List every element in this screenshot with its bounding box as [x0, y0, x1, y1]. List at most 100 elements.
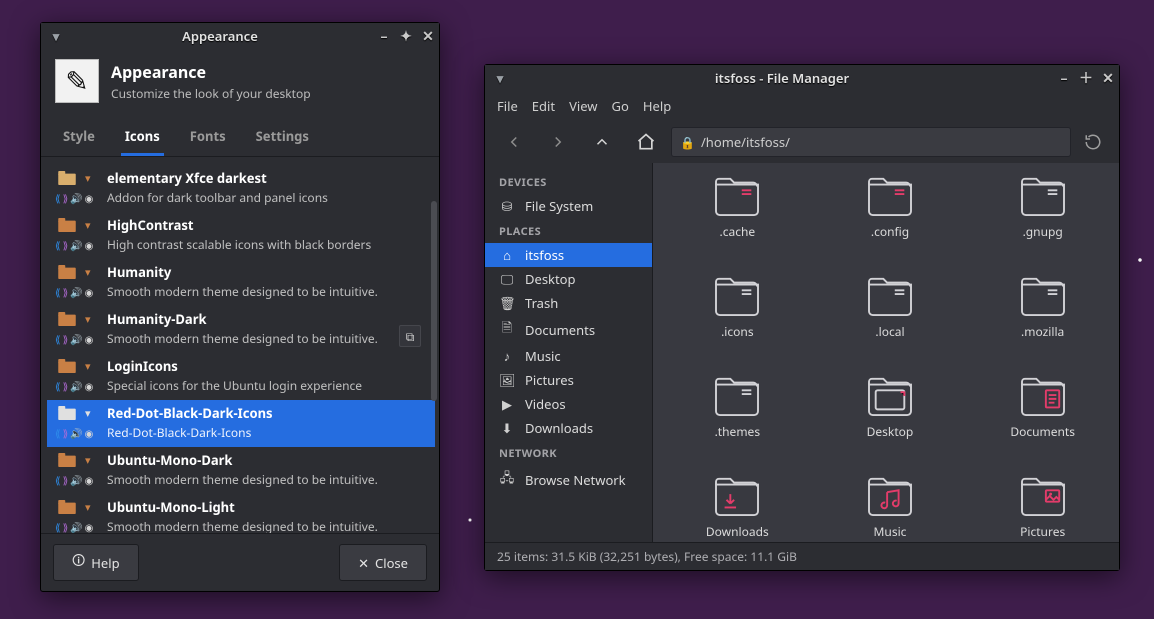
- menu-edit[interactable]: Edit: [532, 97, 555, 115]
- theme-item[interactable]: ▾LoginIcons⟪⟫🔊◉Special icons for the Ubu…: [47, 353, 435, 400]
- appearance-titlebar[interactable]: ▾ Appearance – ✦ ✕: [41, 23, 439, 49]
- sidebar-item-downloads[interactable]: ⬇ Downloads: [485, 416, 652, 440]
- sidebar-header-network: NETWORK: [485, 440, 652, 465]
- theme-item[interactable]: ▾Humanity-Dark⟪⟫🔊◉Smooth modern theme de…: [47, 306, 435, 353]
- folder-item[interactable]: .icons: [661, 275, 814, 375]
- music-icon: ♪: [499, 347, 515, 365]
- download-icon: ⬇: [499, 419, 515, 437]
- folder-label: .themes: [715, 423, 760, 440]
- sidebar-item-label: Desktop: [525, 270, 576, 288]
- sidebar-item-label: File System: [525, 197, 593, 215]
- sidebar-item-file-system[interactable]: ⛁ File System: [485, 194, 652, 218]
- location-field[interactable]: 🔒 /home/itsfoss/: [671, 127, 1071, 157]
- menu-help[interactable]: Help: [643, 97, 671, 115]
- sidebar-item-desktop[interactable]: 🖵 Desktop: [485, 267, 652, 291]
- maximize-button[interactable]: ✦: [395, 25, 417, 47]
- tab-style[interactable]: Style: [59, 117, 99, 156]
- menu-go[interactable]: Go: [612, 97, 629, 115]
- nav-forward-button[interactable]: [539, 127, 577, 157]
- folder-icon: [55, 404, 79, 422]
- appearance-header: ✎ Appearance Customize the look of your …: [41, 49, 439, 117]
- folder-item[interactable]: .local: [814, 275, 967, 375]
- folder-icon: [55, 357, 79, 375]
- fm-titlebar[interactable]: ▾ itsfoss - File Manager – ＋ ✕: [485, 65, 1119, 91]
- folder-label: Downloads: [706, 523, 769, 540]
- folder-icon: [1018, 375, 1068, 417]
- theme-item[interactable]: ▾HighContrast⟪⟫🔊◉High contrast scalable …: [47, 212, 435, 259]
- chevron-down-icon: ▾: [85, 310, 101, 328]
- help-button[interactable]: 🛈 Help: [53, 544, 139, 581]
- desktop-icon: 🖵: [499, 270, 515, 288]
- folder-item[interactable]: Desktop: [814, 375, 967, 475]
- folder-icon: [55, 451, 79, 469]
- sidebar-item-trash[interactable]: 🗑Trash: [485, 291, 652, 315]
- window-menu-icon[interactable]: ▾: [45, 27, 67, 45]
- fm-icon-view[interactable]: .cache .config .gnupg .icons.local.mozilla.…: [653, 163, 1119, 542]
- menu-view[interactable]: View: [569, 97, 597, 115]
- drive-icon: ⛁: [499, 197, 515, 215]
- tab-settings[interactable]: Settings: [252, 117, 313, 156]
- folder-item[interactable]: .gnupg: [966, 175, 1119, 275]
- folder-label: Music: [874, 523, 907, 540]
- close-label: Close: [375, 554, 408, 572]
- add-theme-button[interactable]: ⧉: [399, 325, 421, 347]
- close-window-button[interactable]: ✕: [417, 25, 439, 47]
- folder-label: .cache: [720, 223, 756, 240]
- theme-item[interactable]: ▾Ubuntu-Mono-Light⟪⟫🔊◉Smooth modern them…: [47, 494, 435, 533]
- theme-name: Humanity: [107, 263, 427, 281]
- theme-badges: ⟪⟫🔊◉: [55, 375, 101, 394]
- theme-item[interactable]: ▾elementary Xfce darkest⟪⟫🔊◉Addon for da…: [47, 165, 435, 212]
- window-menu-icon[interactable]: ▾: [489, 69, 511, 87]
- minimize-button[interactable]: –: [373, 25, 395, 47]
- theme-badges: ⟪⟫🔊◉: [55, 281, 101, 300]
- close-button[interactable]: ✕ Close: [339, 544, 427, 581]
- folder-icon: [1018, 475, 1068, 517]
- maximize-button[interactable]: ＋: [1075, 67, 1097, 89]
- sidebar-header-devices: DEVICES: [485, 169, 652, 194]
- sidebar-item-music[interactable]: ♪Music: [485, 344, 652, 368]
- theme-desc: Smooth modern theme designed to be intui…: [107, 469, 427, 488]
- tab-icons[interactable]: Icons: [121, 117, 164, 156]
- lock-icon: 🔒: [680, 134, 695, 151]
- folder-item[interactable]: .themes: [661, 375, 814, 475]
- folder-item[interactable]: Documents: [966, 375, 1119, 475]
- fm-statusbar: 25 items: 31.5 KiB (32,251 bytes), Free …: [485, 542, 1119, 570]
- theme-name: HighContrast: [107, 216, 427, 234]
- folder-icon: [865, 375, 915, 417]
- theme-desc: Smooth modern theme designed to be intui…: [107, 516, 427, 533]
- theme-item[interactable]: ▾Ubuntu-Mono-Dark⟪⟫🔊◉Smooth modern theme…: [47, 447, 435, 494]
- sidebar-item-videos[interactable]: ▶Videos: [485, 392, 652, 416]
- nav-back-button[interactable]: [495, 127, 533, 157]
- close-window-button[interactable]: ✕: [1097, 67, 1119, 89]
- nav-up-button[interactable]: [583, 127, 621, 157]
- folder-label: .config: [871, 223, 909, 240]
- theme-name: Ubuntu-Mono-Dark: [107, 451, 427, 469]
- folder-icon: [865, 175, 915, 217]
- theme-badges: ⟪⟫🔊◉: [55, 469, 101, 488]
- theme-badges: ⟪⟫🔊◉: [55, 187, 101, 206]
- reload-button[interactable]: [1077, 127, 1109, 157]
- sidebar-item-label: Browse Network: [525, 471, 626, 489]
- scrollbar[interactable]: [431, 169, 437, 489]
- sidebar-item-documents[interactable]: 🗎Documents: [485, 315, 652, 344]
- folder-label: Desktop: [867, 423, 914, 440]
- folder-item[interactable]: .config: [814, 175, 967, 275]
- theme-item[interactable]: ▾Humanity⟪⟫🔊◉Smooth modern theme designe…: [47, 259, 435, 306]
- theme-badges: ⟪⟫🔊◉: [55, 422, 101, 441]
- folder-item[interactable]: .cache: [661, 175, 814, 275]
- menu-file[interactable]: File: [497, 97, 518, 115]
- folder-label: .gnupg: [1023, 223, 1063, 240]
- folder-icon: [55, 263, 79, 281]
- tab-fonts[interactable]: Fonts: [186, 117, 230, 156]
- sidebar-item-pictures[interactable]: 🖼Pictures: [485, 368, 652, 392]
- folder-item[interactable]: .mozilla: [966, 275, 1119, 375]
- nav-home-button[interactable]: [627, 127, 665, 157]
- theme-item[interactable]: ▾Red-Dot-Black-Dark-Icons⟪⟫🔊◉Red-Dot-Bla…: [47, 400, 435, 447]
- minimize-button[interactable]: –: [1053, 67, 1075, 89]
- sidebar-item-itsfoss[interactable]: ⌂itsfoss: [485, 243, 652, 267]
- sidebar-item-browse-network[interactable]: 🖧Browse Network: [485, 465, 652, 494]
- folder-icon: [712, 275, 762, 317]
- theme-name: elementary Xfce darkest: [107, 169, 427, 187]
- sidebar-item-label: Downloads: [525, 419, 593, 437]
- docs-icon: 🗎: [499, 318, 515, 341]
